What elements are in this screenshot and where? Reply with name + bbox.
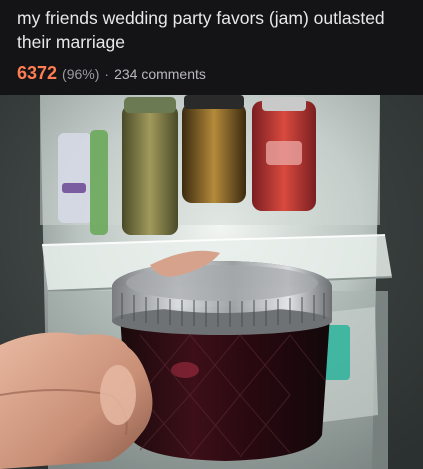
jam-jar-photo — [0, 95, 423, 469]
post-score: 6372 — [17, 63, 58, 83]
post-image[interactable] — [0, 95, 423, 469]
post-title[interactable]: my friends wedding party favors (jam) ou… — [17, 6, 412, 54]
post-header: my friends wedding party favors (jam) ou… — [0, 0, 423, 95]
post-meta: 6372 (96%) · 234 comments — [17, 63, 206, 84]
meta-separator: · — [104, 66, 110, 82]
upvote-ratio: (96%) — [62, 66, 100, 82]
comments-link[interactable]: 234 comments — [114, 66, 206, 82]
